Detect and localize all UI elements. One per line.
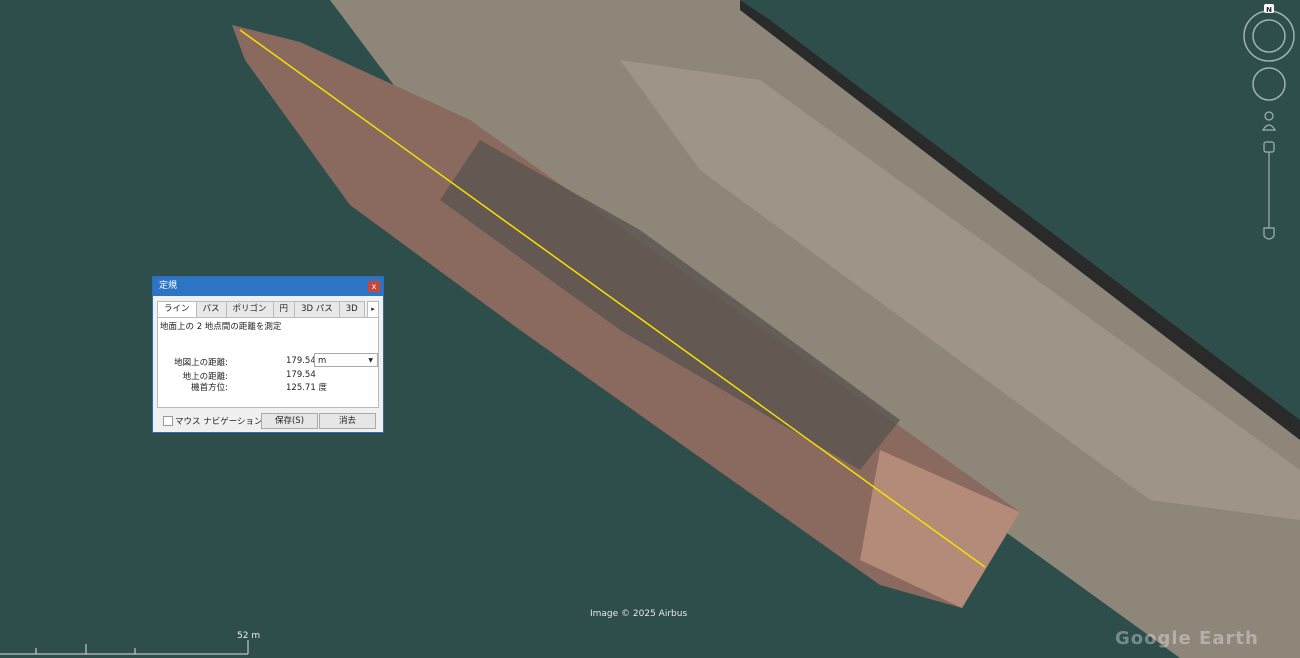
dialog-title: 定規 bbox=[159, 281, 178, 291]
tab-3d-path[interactable]: 3D パス bbox=[294, 301, 340, 317]
google-earth-watermark: Google Earth bbox=[1115, 628, 1259, 649]
save-button[interactable]: 保存(S) bbox=[261, 413, 318, 429]
look-joystick-icon[interactable] bbox=[1252, 67, 1286, 101]
scale-label: 52 m bbox=[237, 631, 261, 641]
street-view-pegman-icon[interactable] bbox=[1261, 111, 1277, 131]
unit-select[interactable]: m ▼ bbox=[314, 353, 378, 367]
tab-bar: ライン パス ポリゴン 円 3D パス 3D ▸ bbox=[157, 301, 379, 319]
pier bbox=[330, 0, 1300, 658]
mouse-navigation-label[interactable]: マウス ナビゲーション bbox=[175, 415, 263, 427]
zoom-slider[interactable] bbox=[1263, 141, 1275, 240]
panel-description: 地面上の 2 地点間の距離を測定 bbox=[160, 322, 282, 332]
tab-path[interactable]: パス bbox=[195, 301, 227, 317]
close-button[interactable]: x bbox=[368, 281, 380, 292]
dialog-titlebar[interactable]: 定規 x bbox=[153, 277, 383, 296]
clear-button[interactable]: 消去 bbox=[319, 413, 376, 429]
tab-3d-polygon[interactable]: 3D bbox=[338, 301, 365, 317]
tab-scroll-right-icon[interactable]: ▸ bbox=[367, 301, 379, 318]
map-distance-value: 179.54 bbox=[286, 356, 316, 366]
tab-polygon[interactable]: ポリゴン bbox=[225, 301, 274, 317]
line-panel: 地面上の 2 地点間の距離を測定 地図上の距離: 179.54 m ▼ 地上の距離… bbox=[157, 317, 379, 408]
map-distance-label: 地図上の距離: bbox=[174, 358, 228, 368]
scale-bar bbox=[0, 640, 249, 655]
compass-icon[interactable] bbox=[1243, 10, 1295, 62]
heading-label: 機首方位: bbox=[191, 383, 228, 393]
tab-circle[interactable]: 円 bbox=[272, 301, 296, 317]
mouse-navigation-checkbox[interactable] bbox=[163, 416, 173, 426]
ground-distance-value: 179.54 bbox=[286, 370, 316, 380]
imagery-credit: Image © 2025 Airbus bbox=[590, 609, 688, 619]
unit-value: m bbox=[318, 356, 327, 366]
ruler-dialog: 定規 x ライン パス ポリゴン 円 3D パス 3D ▸ 地面上の 2 地点間… bbox=[152, 276, 384, 433]
heading-value: 125.71 度 bbox=[286, 383, 327, 393]
chevron-down-icon: ▼ bbox=[368, 357, 373, 364]
compass-north: N bbox=[1266, 6, 1272, 14]
